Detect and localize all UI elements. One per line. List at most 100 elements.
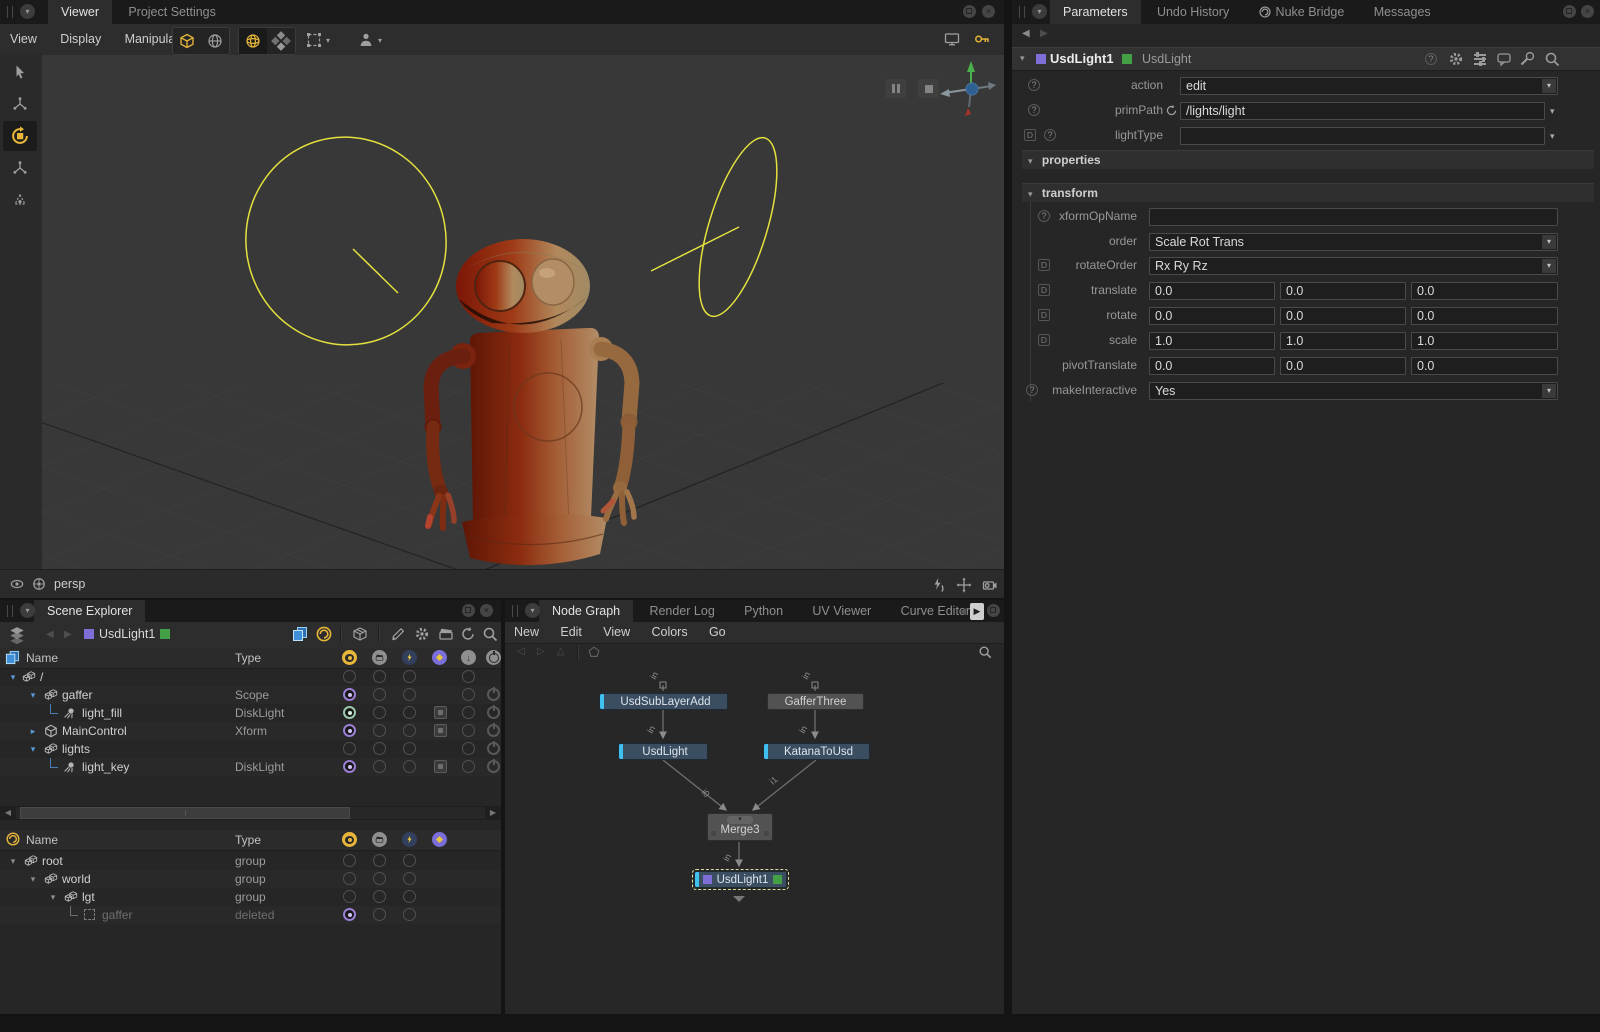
scale-y-field[interactable]: 1.0 [1280,332,1406,350]
pivottranslate-z-field[interactable]: 0.0 [1411,357,1558,375]
3d-viewport[interactable] [42,55,1004,570]
rotate-z-field[interactable]: 0.0 [1411,307,1558,325]
eye-icon[interactable] [10,577,24,591]
tree2-row-root[interactable]: ▾ root group [0,852,501,870]
camera-name[interactable]: persp [54,577,85,591]
visibility-column-icon[interactable] [342,650,357,665]
action-dropdown[interactable]: edit ▾ [1180,77,1558,95]
name-column-header[interactable]: Name [26,651,58,665]
pencil-icon[interactable] [390,626,406,642]
nav-back-button[interactable]: ◁ [517,646,525,657]
menu-view[interactable]: View [0,24,47,55]
visibility-toggle[interactable] [343,688,356,701]
translate-y-field[interactable]: 0.0 [1280,282,1406,300]
scale-x-field[interactable]: 1.0 [1149,332,1275,350]
mute-toggle[interactable] [487,724,500,737]
expand-icon[interactable]: ▾ [28,689,38,701]
resolve-toggle[interactable] [462,688,475,701]
section-properties[interactable]: ▾ properties [1022,150,1594,169]
edit-toggle[interactable] [434,706,447,719]
rotate-tool[interactable] [3,121,37,151]
live-render-toggle[interactable] [403,724,416,737]
node-gafferthree[interactable]: GafferThree [767,693,864,710]
package-icon[interactable] [352,626,368,642]
visibility-toggle[interactable] [343,854,356,867]
edit-toggle[interactable] [434,760,447,773]
rotate-y-field[interactable]: 0.0 [1280,307,1406,325]
current-node-breadcrumb[interactable]: UsdLight1 [84,627,171,641]
xformopname-field[interactable] [1149,208,1558,226]
tree-row-light-fill[interactable]: light_fill DiskLight [0,704,501,722]
live-render-column-icon[interactable] [402,650,417,665]
close-panel-icon[interactable]: × [982,5,995,18]
tab-messages[interactable]: Messages [1361,0,1444,24]
tab-node-graph[interactable]: Node Graph [539,600,634,622]
single-view-button[interactable] [239,28,267,54]
flash-render-icon[interactable] [930,577,946,593]
render-toggle[interactable] [373,760,386,773]
visibility-toggle[interactable] [343,670,356,683]
scale-z-field[interactable]: 1.0 [1411,332,1558,350]
monitor-button[interactable] [944,31,960,50]
pivottranslate-y-field[interactable]: 0.0 [1280,357,1406,375]
katana-swirl-icon[interactable] [316,626,332,642]
node-usdlight[interactable]: UsdLight [618,743,708,760]
visibility-toggle[interactable] [343,908,356,921]
node-usdlight1[interactable]: UsdLight1 [692,869,789,890]
sliders-icon[interactable] [1473,51,1487,67]
type-column-header[interactable]: Type [235,651,261,665]
tab-parameters[interactable]: Parameters [1050,0,1141,24]
tree-row-root[interactable]: ▾ / [0,668,501,686]
lighttype-field[interactable] [1180,127,1545,145]
tab-curve-editor[interactable]: Curve Editor [888,600,983,622]
render-toggle[interactable] [373,854,386,867]
tab-nuke-bridge[interactable]: Nuke Bridge [1246,0,1358,24]
tab-viewer[interactable]: Viewer [48,0,112,24]
menu-go[interactable]: Go [700,622,735,643]
mute-toggle[interactable] [487,706,500,719]
resolve-column-icon[interactable]: ↓ [461,650,476,665]
key-button[interactable] [974,31,990,50]
mute-toggle[interactable] [487,742,500,755]
environment-button[interactable] [201,28,229,54]
translate-tool[interactable] [3,89,37,119]
tab-python[interactable]: Python [731,600,796,622]
panel-grip[interactable] [1019,6,1025,18]
collapse-node-icon[interactable]: ▾ [1020,53,1025,64]
live-render-toggle[interactable] [403,706,416,719]
scrollbar-track[interactable] [16,807,485,819]
proxy-display-button[interactable]: ▾ [358,30,382,50]
back-button[interactable]: ◀ [46,629,54,640]
tree2-row-gaffer-deleted[interactable]: gaffer deleted [0,906,501,924]
render-toggle[interactable] [373,908,386,921]
pause-button[interactable] [885,79,906,98]
float-panel-icon[interactable] [963,5,976,18]
order-dropdown[interactable]: Scale Rot Trans ▾ [1149,233,1558,251]
panel-menu-button[interactable]: ▾ [20,603,35,618]
tree2-row-lgt[interactable]: ▾ lgt group [0,888,501,906]
visibility-toggle[interactable] [343,760,356,773]
live-render-toggle[interactable] [403,890,416,903]
name-column-header[interactable]: Name [26,833,58,847]
panel-menu-button[interactable]: ▾ [1032,4,1047,19]
resolve-toggle[interactable] [462,706,475,719]
live-render-toggle[interactable] [403,742,416,755]
aperture-icon[interactable] [32,577,46,591]
expand-icon[interactable]: ▾ [28,743,38,755]
primpath-options-icon[interactable]: ▾ [1550,106,1555,117]
help-icon[interactable]: ? [1425,53,1437,65]
select-tool[interactable] [3,57,37,87]
visibility-toggle[interactable] [343,706,356,719]
menu-display[interactable]: Display [50,24,111,55]
tab-render-log[interactable]: Render Log [636,600,727,622]
pan-icon[interactable] [956,577,972,593]
tab-project-settings[interactable]: Project Settings [115,0,229,24]
menu-view[interactable]: View [594,622,639,643]
visibility-column-icon[interactable] [342,832,357,847]
resolve-toggle[interactable] [462,670,475,683]
node-merge3[interactable]: ▾ Merge3 [707,813,773,841]
visibility-toggle[interactable] [343,742,356,755]
live-render-toggle[interactable] [403,872,416,885]
clapper-icon[interactable] [438,626,454,642]
quad-view-button[interactable] [267,28,295,54]
